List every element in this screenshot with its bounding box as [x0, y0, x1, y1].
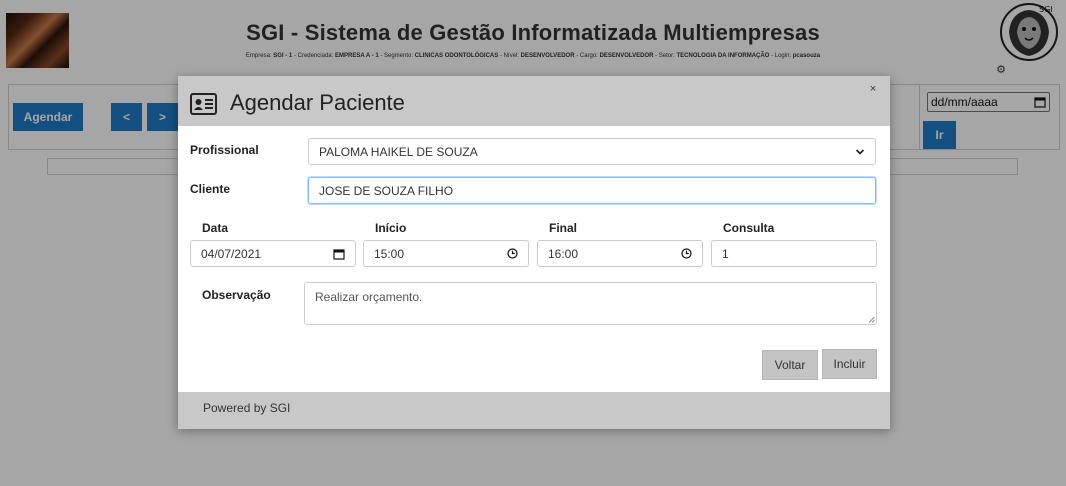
- voltar-button[interactable]: Voltar: [762, 350, 818, 380]
- chevron-down-icon: [855, 148, 865, 155]
- inicio-label: Início: [375, 221, 407, 235]
- observacao-label: Observação: [202, 288, 271, 302]
- cliente-input[interactable]: JOSE DE SOUZA FILHO: [308, 177, 876, 204]
- data-label: Data: [202, 221, 229, 235]
- profissional-label: Profissional: [190, 143, 259, 157]
- powered-by-text: Powered by SGI: [203, 401, 291, 415]
- inicio-input[interactable]: 15:00: [363, 240, 529, 267]
- calendar-icon[interactable]: [333, 248, 345, 260]
- data-input[interactable]: 04/07/2021: [190, 240, 356, 267]
- id-card-icon: [190, 93, 217, 115]
- observacao-value: Realizar orçamento.: [315, 290, 423, 304]
- cliente-label: Cliente: [190, 182, 231, 196]
- final-input[interactable]: 16:00: [537, 240, 703, 267]
- consulta-label: Consulta: [723, 221, 775, 235]
- resize-handle-icon[interactable]: [868, 316, 875, 323]
- close-icon[interactable]: ×: [867, 82, 879, 96]
- clock-icon[interactable]: [680, 248, 692, 260]
- clock-icon[interactable]: [506, 248, 518, 260]
- modal-footer: Powered by SGI: [178, 392, 890, 429]
- inicio-value: 15:00: [374, 246, 405, 261]
- profissional-select[interactable]: PALOMA HAIKEL DE SOUZA: [308, 138, 876, 165]
- final-value: 16:00: [548, 246, 579, 261]
- agendar-paciente-modal: Agendar Paciente × Profissional PALOMA H…: [178, 76, 890, 429]
- modal-header: Agendar Paciente ×: [178, 76, 890, 126]
- consulta-input[interactable]: 1: [711, 240, 877, 267]
- final-label: Final: [549, 221, 578, 235]
- incluir-button[interactable]: Incluir: [822, 349, 877, 379]
- observacao-textarea[interactable]: Realizar orçamento.: [304, 282, 877, 325]
- cliente-value: JOSE DE SOUZA FILHO: [319, 183, 454, 198]
- data-value: 04/07/2021: [201, 246, 262, 261]
- modal-title: Agendar Paciente: [230, 90, 405, 115]
- consulta-value: 1: [722, 246, 729, 261]
- profissional-value: PALOMA HAIKEL DE SOUZA: [319, 144, 478, 159]
